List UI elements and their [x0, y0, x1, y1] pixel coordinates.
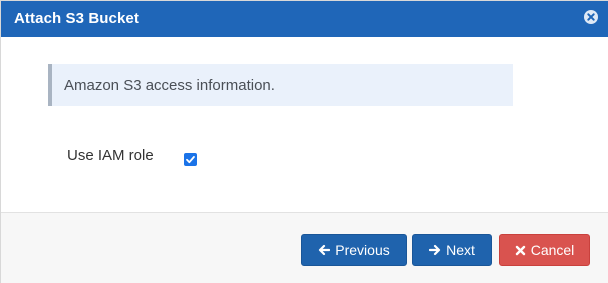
next-button[interactable]: Next — [412, 234, 492, 266]
arrow-left-icon — [318, 244, 331, 256]
cancel-button-label: Cancel — [530, 242, 575, 258]
dialog-body: Amazon S3 access information. Use IAM ro… — [1, 37, 608, 212]
info-box: Amazon S3 access information. — [48, 64, 513, 106]
dialog-titlebar: Attach S3 Bucket — [1, 1, 608, 37]
close-icon[interactable] — [583, 9, 599, 25]
previous-button[interactable]: Previous — [301, 234, 407, 266]
info-text: Amazon S3 access information. — [64, 77, 275, 94]
x-icon — [515, 245, 526, 256]
previous-button-label: Previous — [335, 242, 390, 258]
dialog-footer: Previous Next Cancel — [1, 212, 608, 283]
dialog-title: Attach S3 Bucket — [14, 10, 139, 27]
arrow-right-icon — [429, 244, 441, 256]
next-button-label: Next — [446, 242, 475, 258]
cancel-button[interactable]: Cancel — [499, 234, 590, 266]
use-iam-role-label: Use IAM role — [67, 147, 154, 164]
use-iam-role-checkbox[interactable] — [184, 153, 197, 166]
attach-s3-dialog: Attach S3 Bucket Amazon S3 access inform… — [0, 0, 608, 283]
